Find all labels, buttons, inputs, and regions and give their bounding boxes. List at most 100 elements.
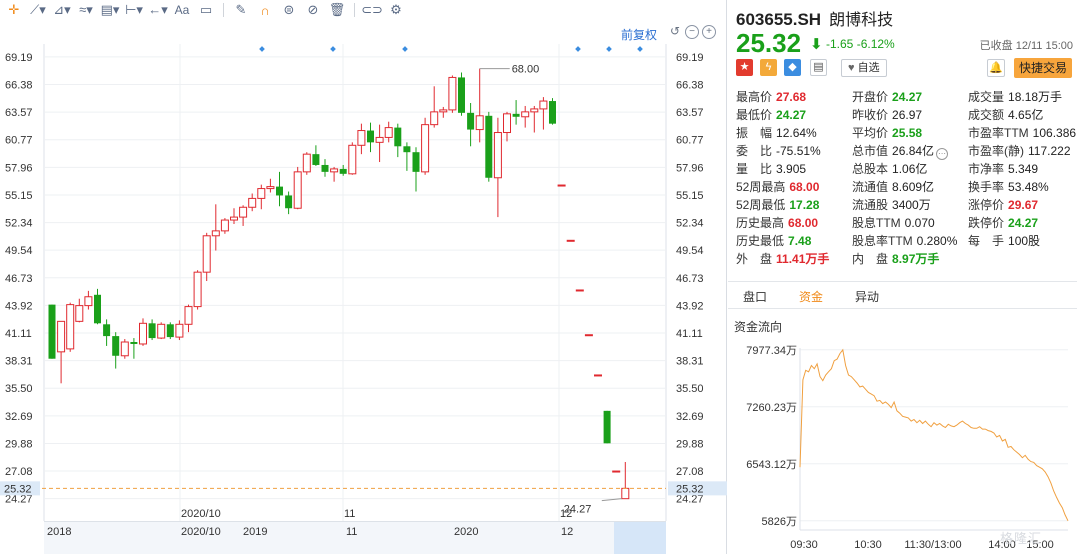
stat-value: 3400万 xyxy=(892,198,931,212)
reset-icon[interactable]: ↺ xyxy=(668,25,682,39)
change-percent: -6.12% xyxy=(856,37,895,51)
candle-body xyxy=(175,323,184,338)
timeline-navigator[interactable]: 2018 2020/10 2019 11 2020 12 xyxy=(44,521,666,554)
y-tick-label-right: 69.19 xyxy=(676,52,704,64)
stat-label: 市盈率TTM xyxy=(968,126,1029,140)
range-tool-icon[interactable]: ⊢▾ xyxy=(124,1,144,19)
stat-row: 委 比 -75.51% 总市值 26.84亿 ··· 市盈率(静) 117.222 xyxy=(736,142,1077,160)
candle xyxy=(412,147,420,192)
wave-tool-icon[interactable]: ≈▾ xyxy=(76,1,96,19)
candle xyxy=(612,470,621,473)
timeline-window[interactable] xyxy=(614,522,666,554)
candle xyxy=(430,86,439,128)
y-tick-label-right: 41.11 xyxy=(676,328,703,340)
stat-value: 68.00 xyxy=(789,180,820,194)
stat-cell: 委 比 -75.51% xyxy=(736,142,821,159)
quote-stats: 最高价 27.68 开盘价 24.27 成交量 18.18万手 最低价 24.27 昨收价 26.… xyxy=(736,88,1077,268)
candle-body xyxy=(412,152,420,172)
stat-row: 52周最低 17.28 流通股 3400万 涨停价 29.67 xyxy=(736,196,1077,214)
stat-value: 7.48 xyxy=(788,234,812,248)
fib-tool-icon[interactable]: ▤▾ xyxy=(100,1,120,19)
compare-icon[interactable]: ⊂⊃ xyxy=(361,1,383,19)
stat-row: 最低价 24.27 昨收价 26.97 成交额 4.65亿 xyxy=(736,106,1077,124)
candle-body xyxy=(403,146,411,153)
y-tick-label-right: 32.69 xyxy=(676,411,704,423)
candle-body xyxy=(266,186,275,190)
quick-trade-button[interactable]: 快捷交易 xyxy=(1014,58,1073,78)
stat-row: 历史最低 7.48 股息率TTM 0.280% 每 手 100股 xyxy=(736,232,1077,250)
candle-body xyxy=(557,184,566,187)
arrow-left-icon[interactable]: ←▾ xyxy=(148,1,168,19)
lock-drawing-icon[interactable]: ⊜ xyxy=(279,1,299,19)
candle xyxy=(394,123,402,158)
candle xyxy=(621,461,630,500)
lightning-icon[interactable]: ϟ xyxy=(760,59,777,76)
zoom-in-icon[interactable]: + xyxy=(702,25,716,39)
candle xyxy=(193,270,202,310)
candle-body xyxy=(157,323,166,339)
candle xyxy=(448,75,457,113)
candle xyxy=(94,288,101,325)
stat-label: 市盈率(静) xyxy=(968,144,1024,158)
trash-icon[interactable]: 🗑 xyxy=(327,1,347,19)
candle-body xyxy=(248,197,257,208)
stat-row: 量 比 3.905 总股本 1.06亿 市净率 5.349 xyxy=(736,160,1077,178)
stat-cell: 量 比 3.905 xyxy=(736,160,806,177)
candlestick-chart[interactable]: 69.19 69.19 66.38 66.38 63.57 63.57 60.77 60.77… xyxy=(0,44,727,521)
comment-icon[interactable]: ▭ xyxy=(196,1,216,19)
stat-cell: 内 盘 8.97万手 xyxy=(852,250,939,267)
tab-pankou[interactable]: 盘口 xyxy=(743,288,767,305)
candle-body xyxy=(430,111,439,126)
adjust-mode-button[interactable]: 前复权 xyxy=(621,26,657,43)
stat-value: 100股 xyxy=(1008,234,1041,248)
candle-body xyxy=(594,374,602,377)
watermark: 格隆汇 xyxy=(1000,531,1043,546)
y-tick-label-right: 35.50 xyxy=(676,383,704,395)
document-icon[interactable]: ▤ xyxy=(810,59,827,76)
magnet-icon[interactable]: ∩ xyxy=(255,1,275,19)
current-price-label-left: 25.32 xyxy=(4,483,32,495)
gear-icon[interactable]: ⚙ xyxy=(386,1,406,19)
pencil-icon[interactable]: ✎ xyxy=(231,1,251,19)
price-change: -1.65 -6.12% xyxy=(826,37,895,51)
tab-yidong[interactable]: 异动 xyxy=(855,288,879,305)
stat-cell: 振 幅 12.64% xyxy=(736,124,817,141)
stock-action-bar: ★ ϟ ◆ ▤ ♥ 自选 🔔 快捷交易 xyxy=(736,58,1076,79)
crosshair-icon[interactable]: ✛ xyxy=(4,1,24,19)
candle-body xyxy=(148,323,156,339)
stat-cell: 昨收价 26.97 xyxy=(852,106,922,123)
candle-body xyxy=(230,216,238,221)
stat-value: 0.280% xyxy=(916,234,958,248)
stat-cell: 股息TTM 0.070 xyxy=(852,214,935,231)
tab-zijin[interactable]: 资金 xyxy=(799,288,823,305)
more-icon[interactable]: ··· xyxy=(936,148,949,160)
candle xyxy=(66,302,75,352)
y-tick-label-right: 38.31 xyxy=(676,356,704,368)
chart-controls: ↺ − + xyxy=(668,25,716,39)
y-tick-label-left: 35.50 xyxy=(5,383,33,395)
zoom-out-icon[interactable]: − xyxy=(685,25,699,39)
stat-value: 1.06亿 xyxy=(892,162,928,176)
flow-y-tick-label: 5826万 xyxy=(762,516,797,528)
candle-body xyxy=(211,230,220,237)
candle-body xyxy=(57,320,66,353)
candle xyxy=(557,184,566,187)
candle-body xyxy=(566,239,575,242)
candle-body xyxy=(521,111,530,118)
stat-label: 股息TTM xyxy=(852,216,901,230)
event-marker xyxy=(402,46,408,52)
stat-cell: 历史最高 68.00 xyxy=(736,214,818,231)
y-tick-label-left: 60.77 xyxy=(5,135,33,147)
candle xyxy=(48,304,56,359)
channel-tool-icon[interactable]: ⊿▾ xyxy=(52,1,72,19)
tag-icon[interactable]: ◆ xyxy=(784,59,801,76)
stat-label: 外 盘 xyxy=(736,252,773,266)
text-tool[interactable]: Aa xyxy=(172,1,192,19)
line-tool-icon[interactable]: ⟋▾ xyxy=(28,1,48,19)
stat-value: 17.28 xyxy=(789,198,820,212)
hide-drawing-icon[interactable]: ⊘ xyxy=(303,1,323,19)
stat-value: 26.84亿 xyxy=(892,144,935,158)
add-watchlist-button[interactable]: ♥ 自选 xyxy=(841,59,887,77)
bell-icon[interactable]: 🔔 xyxy=(987,59,1005,77)
candle xyxy=(367,122,374,153)
